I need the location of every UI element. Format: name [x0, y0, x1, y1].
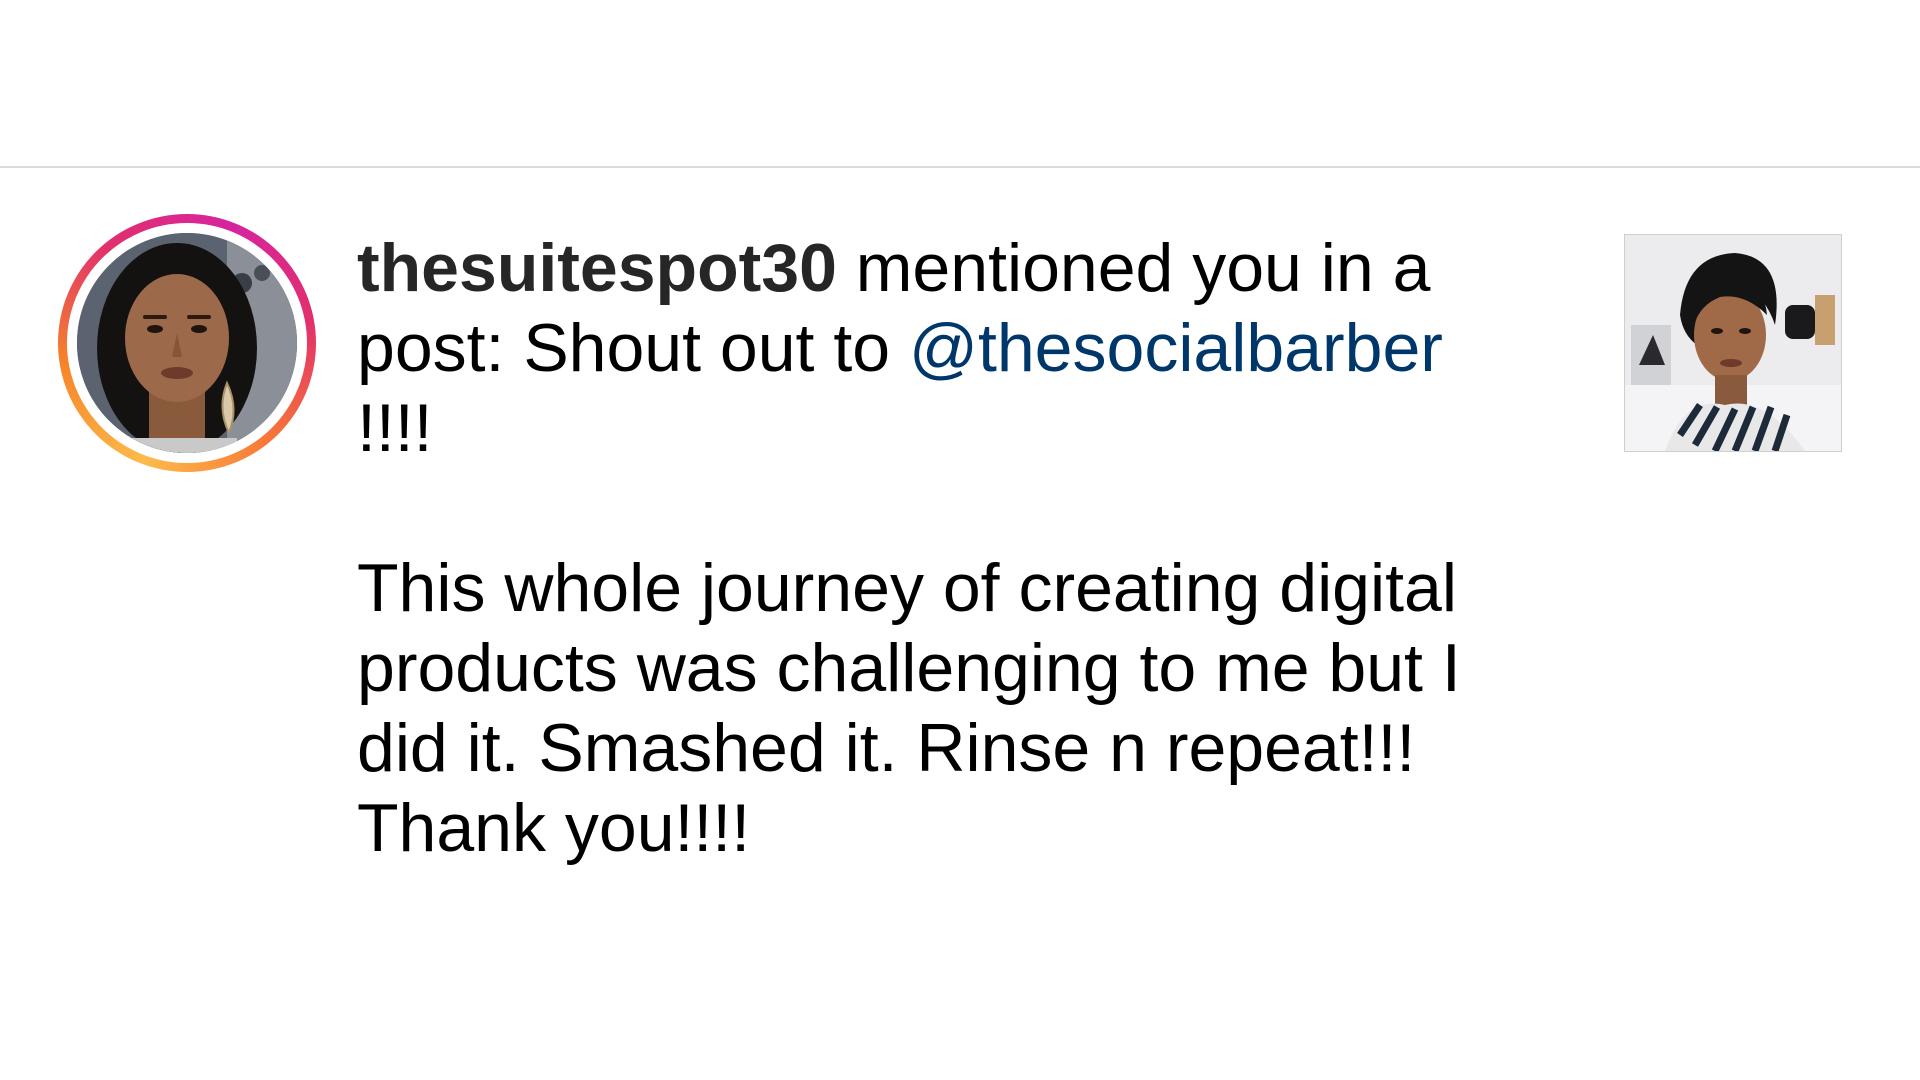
post-photo-icon [1625, 235, 1841, 451]
notification-text: thesuitespot30 mentioned you in a post: … [357, 228, 1577, 868]
caption-line: Thank you!!!! [357, 790, 751, 866]
avatar[interactable] [77, 233, 297, 453]
mention-link[interactable]: @thesocialbarber [909, 310, 1443, 386]
caption-line: products was challenging to me but I [357, 630, 1461, 706]
caption-line: This whole journey of creating digital [357, 550, 1457, 626]
username-link[interactable]: thesuitespot30 [357, 230, 837, 306]
caption-line: did it. Smashed it. Rinse n repeat!!! [357, 710, 1416, 786]
story-ring[interactable] [58, 214, 316, 472]
post-caption: This whole journey of creating digital p… [357, 548, 1577, 868]
post-thumbnail[interactable] [1624, 234, 1842, 452]
avatar-ring-gap [67, 223, 307, 463]
mention-notification[interactable]: thesuitespot30 mentioned you in a post: … [0, 168, 1920, 1080]
notifications-page: thesuitespot30 mentioned you in a post: … [0, 0, 1920, 1080]
mention-suffix: !!!! [357, 390, 433, 466]
notification-headline: thesuitespot30 mentioned you in a post: … [357, 228, 1537, 468]
profile-photo-icon [77, 233, 297, 453]
